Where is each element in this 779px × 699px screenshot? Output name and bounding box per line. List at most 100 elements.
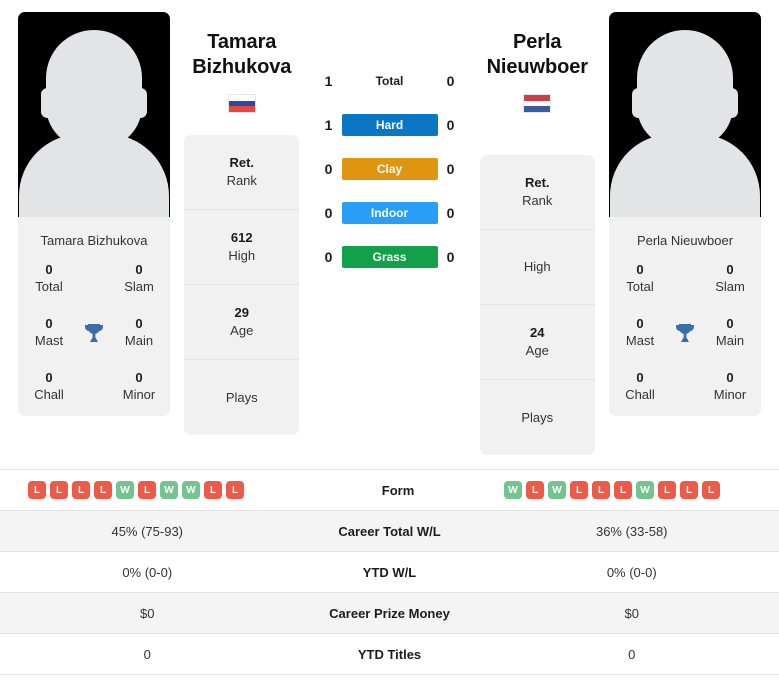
rank-row-high: 612 High [184,210,300,285]
right-value: 0 [628,646,636,662]
form-badge-win: W [636,481,654,499]
left-player-card-name: Tamara Bizhukova [40,233,148,248]
form-badge-loss: L [138,481,156,499]
silhouette-ear-left [41,88,54,118]
form-badge-loss: L [94,481,112,499]
table-row-ytd-wl: 0% (0-0) YTD W/L 0% (0-0) [0,552,779,593]
h2h-row-hard: 1 Hard 0 [314,114,466,136]
left-player-name[interactable]: Tamara Bizhukova [192,30,291,80]
stat-value: 0 [726,370,734,385]
h2h-left-count: 1 [324,73,333,89]
right-value: 36% (33-58) [595,523,668,539]
stat-label: Slam [715,279,745,294]
right-titles-grid: 0 Total 0 Slam 0 Mast 0 Main 0 Chall 0 M… [615,262,755,404]
h2h-right-count: 0 [446,249,455,265]
head-to-head-surface-column: 1 Total 0 1 Hard 0 0 Clay 0 0 Indoor 0 0… [314,12,466,268]
form-badge-win: W [116,481,134,499]
h2h-right-count: 0 [446,73,455,89]
rank-row-plays: Plays [480,380,595,455]
netherlands-flag-icon [523,94,552,113]
rank-value: Ret. [524,175,550,190]
left-player-titles-card: Tamara Bizhukova 0 Total 0 Slam 0 Mast 0… [18,217,170,416]
table-row-career-prize-money: $0 Career Prize Money $0 [0,593,779,634]
h2h-row-grass: 0 Grass 0 [314,246,466,268]
left-player-last-name: Bizhukova [192,56,292,78]
rank-row-plays: Plays [184,360,299,435]
form-badge-loss: L [72,481,90,499]
rank-label: Age [525,343,549,358]
title-stat-mast: 0 Mast [615,316,665,350]
form-badge-win: W [504,481,522,499]
form-badge-win: W [160,481,178,499]
h2h-right-count: 0 [446,117,455,133]
right-player-name[interactable]: Perla Nieuwboer [487,30,588,80]
h2h-left-count: 0 [324,161,333,177]
silhouette-ear-right [725,88,738,118]
form-badge-loss: L [614,481,632,499]
rank-row-rank: Ret. Rank [184,135,300,210]
surface-button-hard[interactable]: Hard [341,114,438,136]
stat-value: 0 [636,316,644,331]
form-badge-win: W [548,481,566,499]
rank-label: High [228,248,256,263]
left-form-cell: LLLLWLWWLL [0,481,303,499]
h2h-left-count: 1 [324,117,333,133]
silhouette-ear-left [632,88,645,118]
surface-button-grass[interactable]: Grass [341,246,438,268]
right-player-last-name: Nieuwboer [486,56,588,78]
form-badge-loss: L [658,481,676,499]
stat-label: Mast [34,333,64,348]
form-badge-loss: L [204,481,222,499]
row-label-form: Form [381,482,415,498]
surface-button-indoor[interactable]: Indoor [341,202,438,224]
title-stat-chall: 0 Chall [615,370,665,404]
right-player-card-name: Perla Nieuwboer [636,233,734,248]
title-stat-slam: 0 Slam [705,262,755,296]
row-label: YTD W/L [362,564,417,580]
right-form-badges: WLWLLLWLLL [504,481,720,499]
left-player-photo[interactable] [18,12,170,217]
comparison-table: LLLLWLWWLL Form WLWLLLWLLL 45% (75-93) C… [0,469,779,675]
title-stat-minor: 0 Minor [114,370,164,404]
title-stat-chall: 0 Chall [24,370,74,404]
left-player-info-column: Tamara Bizhukova Ret. Rank 612 High 29 A… [170,12,314,435]
stat-value: 0 [636,370,644,385]
stat-label: Total [626,279,654,294]
right-player-titles-card: Perla Nieuwboer 0 Total 0 Slam 0 Mast 0 … [609,217,761,416]
row-label: YTD Titles [357,646,422,662]
stat-label: Chall [34,387,64,402]
rank-label: Age [230,323,254,338]
table-row-career-total-wl: 45% (75-93) Career Total W/L 36% (33-58) [0,511,779,552]
stat-label: Total [35,279,63,294]
title-stat-slam: 0 Slam [114,262,164,296]
right-value: $0 [624,605,639,621]
right-form-cell: WLWLLLWLLL [493,481,779,499]
form-badge-loss: L [526,481,544,499]
form-badge-loss: L [570,481,588,499]
stat-value: 0 [45,262,53,277]
row-label: Career Total W/L [338,523,441,539]
right-player-photo[interactable] [609,12,761,217]
stat-label: Chall [625,387,655,402]
stat-label: Slam [124,279,154,294]
stat-value: 0 [135,262,143,277]
rank-value: 612 [230,230,253,245]
trophy-icon [665,321,705,345]
form-badge-loss: L [680,481,698,499]
stat-label: Main [715,333,745,348]
right-value: 0% (0-0) [606,564,657,580]
surface-button-clay[interactable]: Clay [341,158,438,180]
h2h-row-clay: 0 Clay 0 [314,158,466,180]
stat-value: 0 [726,316,734,331]
left-value: 0% (0-0) [122,564,173,580]
rank-value: 24 [530,325,545,340]
rank-label: Plays [225,389,258,405]
right-player-photo-column: Perla Nieuwboer 0 Total 0 Slam 0 Mast 0 … [609,12,761,416]
form-badge-loss: L [226,481,244,499]
left-player-photo-column: Tamara Bizhukova 0 Total 0 Slam 0 Mast 0… [18,12,170,416]
form-badge-loss: L [592,481,610,499]
rank-value: Ret. [229,155,255,170]
rank-label: Plays [521,409,554,425]
h2h-total-label: Total [375,74,404,88]
stat-label: Minor [713,387,747,402]
